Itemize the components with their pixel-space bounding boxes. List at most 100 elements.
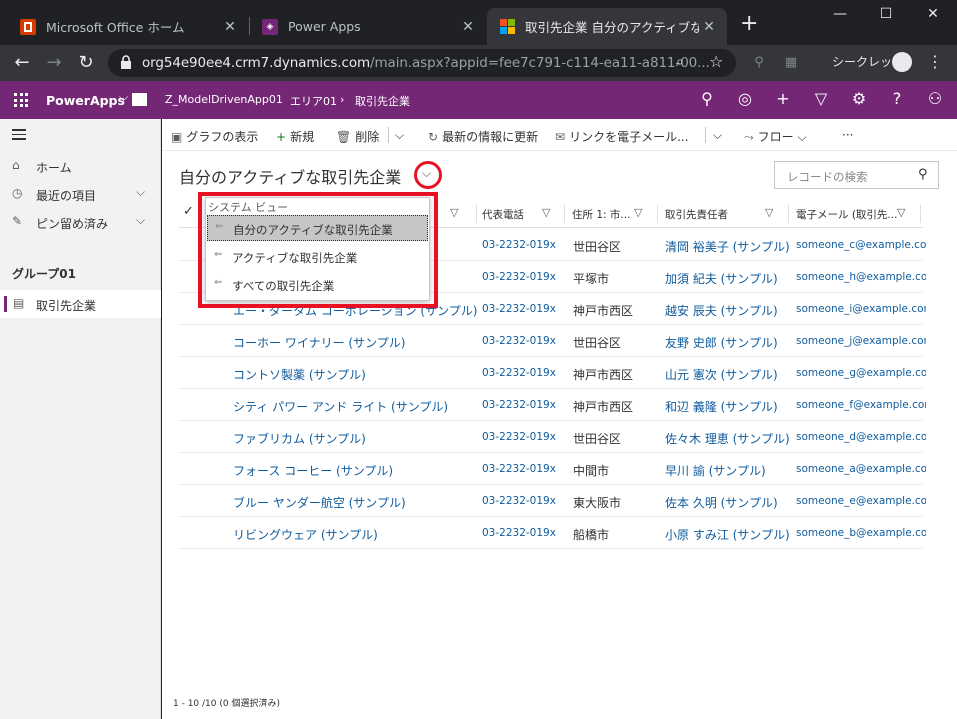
minimize-icon[interactable]: —	[830, 6, 850, 22]
cell-contact[interactable]: 小原 すみ江 (サンプル)	[665, 526, 790, 543]
table-row[interactable]: リビングウェア (サンプル) 03-2232-019x 船橋市 小原 すみ江 (サンプ…	[179, 517, 926, 549]
cell-contact[interactable]: 和辺 義隆 (サンプル)	[665, 398, 778, 415]
table-row[interactable]: シティ パワー アンド ライト (サンプル) 03-2232-019x 神戸市西区 和…	[179, 389, 926, 421]
cell-email[interactable]: someone_c@example.com	[796, 239, 926, 251]
cell-contact[interactable]: 佐々木 理恵 (サンプル)	[665, 430, 790, 447]
table-row[interactable]: コーホー ワイナリー (サンプル) 03-2232-019x 世田谷区 友野 史郎 (…	[179, 325, 926, 357]
app-brand[interactable]: PowerApps	[46, 93, 125, 108]
breadcrumb-entity[interactable]: 取引先企業	[355, 93, 410, 109]
show-chart-button[interactable]: ▣ グラフの表示	[171, 128, 258, 145]
browser-tab-office[interactable]: Microsoft Office ホーム ✕	[8, 8, 248, 45]
search-icon[interactable]: ⚲	[696, 89, 718, 108]
cell-contact[interactable]: 加須 紀夫 (サンプル)	[665, 270, 778, 287]
app-switch-icon[interactable]	[132, 93, 147, 106]
cell-email[interactable]: someone_g@example.com	[796, 367, 926, 379]
extension-icon[interactable]: ⚲	[747, 51, 771, 75]
hamburger-icon[interactable]	[12, 129, 26, 143]
cell-email[interactable]: someone_j@example.com	[796, 335, 926, 347]
chevron-down-icon[interactable]: ⌵	[395, 128, 404, 143]
cell-phone[interactable]: 03-2232-019x	[482, 303, 556, 315]
view-title[interactable]: 自分のアクティブな取引先企業	[179, 164, 401, 188]
cell-name[interactable]: フォース コーヒー (サンプル)	[233, 462, 483, 479]
cell-name[interactable]: コーホー ワイナリー (サンプル)	[233, 334, 483, 351]
cell-name[interactable]: ファブリカム (サンプル)	[233, 430, 483, 447]
window-close-icon[interactable]: ✕	[923, 6, 943, 22]
cell-email[interactable]: someone_i@example.com	[796, 303, 926, 315]
cell-phone[interactable]: 03-2232-019x	[482, 495, 556, 507]
help-icon[interactable]: ?	[886, 89, 908, 108]
close-icon[interactable]: ✕	[458, 19, 478, 35]
table-row[interactable]: コントソ製薬 (サンプル) 03-2232-019x 神戸市西区 山元 憲次 (サンプ…	[179, 357, 926, 389]
chevron-down-icon[interactable]: ⌵	[136, 213, 145, 228]
cell-email[interactable]: someone_b@example.com	[796, 527, 926, 539]
table-row[interactable]: ブルー ヤンダー航空 (サンプル) 03-2232-019x 東大阪市 佐本 久明 (…	[179, 485, 926, 517]
close-icon[interactable]: ✕	[220, 19, 240, 35]
cell-contact[interactable]: 佐本 久明 (サンプル)	[665, 494, 778, 511]
filter-icon[interactable]: ▽	[765, 206, 773, 219]
cell-contact[interactable]: 山元 憲次 (サンプル)	[665, 366, 778, 383]
assistant-icon[interactable]: ◎	[734, 89, 756, 108]
cell-phone[interactable]: 03-2232-019x	[482, 527, 556, 539]
incognito-icon[interactable]	[892, 52, 912, 72]
chevron-down-icon[interactable]: ⌵	[136, 185, 145, 200]
breadcrumb-area[interactable]: エリア01	[290, 93, 337, 109]
maximize-icon[interactable]: ☐	[876, 6, 896, 22]
cell-phone[interactable]: 03-2232-019x	[482, 431, 556, 443]
close-icon[interactable]: ✕	[699, 19, 719, 35]
cell-name[interactable]: コントソ製薬 (サンプル)	[233, 366, 483, 383]
table-row[interactable]: ファブリカム (サンプル) 03-2232-019x 世田谷区 佐々木 理恵 (サンプ…	[179, 421, 926, 453]
more-vert-icon[interactable]: ⋮	[927, 52, 943, 71]
cell-email[interactable]: someone_f@example.com	[796, 399, 926, 411]
cell-email[interactable]: someone_h@example.com	[796, 271, 926, 283]
filter-icon[interactable]: ▽	[634, 206, 642, 219]
more-icon[interactable]: ···	[842, 128, 853, 142]
chevron-down-icon[interactable]: ⌵	[713, 128, 722, 143]
filter-icon[interactable]: ▽	[542, 206, 550, 219]
cell-phone[interactable]: 03-2232-019x	[482, 399, 556, 411]
waffle-icon[interactable]	[14, 93, 28, 107]
record-search-input[interactable]: レコードの検索 ⚲	[774, 161, 939, 189]
email-link-button[interactable]: ✉ リンクを電子メール...	[555, 128, 689, 145]
cell-phone[interactable]: 03-2232-019x	[482, 271, 556, 283]
extension-icon[interactable]: ▦	[779, 51, 803, 75]
cell-name[interactable]: ブルー ヤンダー航空 (サンプル)	[233, 494, 483, 511]
breadcrumb-app[interactable]: Z_ModelDrivenApp01	[165, 93, 283, 106]
table-row[interactable]: フォース コーヒー (サンプル) 03-2232-019x 中間市 早川 諭 (サンプ…	[179, 453, 926, 485]
cell-name[interactable]: リビングウェア (サンプル)	[233, 526, 483, 543]
cell-email[interactable]: someone_a@example.com	[796, 463, 926, 475]
cell-contact[interactable]: 越安 辰夫 (サンプル)	[665, 302, 778, 319]
back-icon[interactable]: ←	[10, 51, 34, 75]
new-button[interactable]: + 新規	[276, 128, 314, 145]
cell-phone[interactable]: 03-2232-019x	[482, 463, 556, 475]
cell-phone[interactable]: 03-2232-019x	[482, 335, 556, 347]
flow-button[interactable]: ⤳ フロー ⌵	[744, 128, 807, 145]
column-phone[interactable]: 代表電話	[482, 207, 524, 222]
search-icon[interactable]: ⌕	[676, 54, 684, 70]
nav-item-home[interactable]: ⌂ ホーム	[0, 152, 161, 180]
cell-email[interactable]: someone_e@example.com	[796, 495, 926, 507]
chevron-down-icon[interactable]: ⌵	[119, 90, 128, 105]
forward-icon[interactable]: →	[42, 51, 66, 75]
user-icon[interactable]: ⚇	[924, 89, 946, 108]
refresh-button[interactable]: ↻ 最新の情報に更新	[428, 128, 538, 145]
cell-name[interactable]: シティ パワー アンド ライト (サンプル)	[233, 398, 483, 415]
cell-phone[interactable]: 03-2232-019x	[482, 239, 556, 251]
cell-email[interactable]: someone_d@example.com	[796, 431, 926, 443]
delete-button[interactable]: 🗑 削除	[336, 128, 379, 145]
nav-item-accounts[interactable]: ▤ 取引先企業	[0, 290, 161, 318]
filter-icon[interactable]: ▽	[897, 206, 905, 219]
cell-contact[interactable]: 友野 史郎 (サンプル)	[665, 334, 778, 351]
star-icon[interactable]: ☆	[709, 52, 723, 71]
address-bar[interactable]: org54e90ee4.crm7.dynamics.com/main.aspx?…	[108, 49, 736, 77]
column-email[interactable]: 電子メール (取引先...	[796, 207, 897, 222]
browser-tab-powerapps[interactable]: ◈ Power Apps ✕	[250, 8, 486, 45]
cell-phone[interactable]: 03-2232-019x	[482, 367, 556, 379]
cell-contact[interactable]: 清岡 裕美子 (サンプル)	[665, 238, 790, 255]
plus-icon[interactable]: +	[772, 89, 794, 108]
new-tab-button[interactable]: +	[740, 13, 758, 35]
select-all-checkbox[interactable]: ✓	[183, 204, 194, 219]
nav-item-recent[interactable]: ◷ 最近の項目 ⌵	[0, 180, 161, 208]
search-icon[interactable]: ⚲	[918, 167, 928, 182]
gear-icon[interactable]: ⚙	[848, 89, 870, 108]
view-selector-button[interactable]: ⌵	[414, 161, 442, 189]
